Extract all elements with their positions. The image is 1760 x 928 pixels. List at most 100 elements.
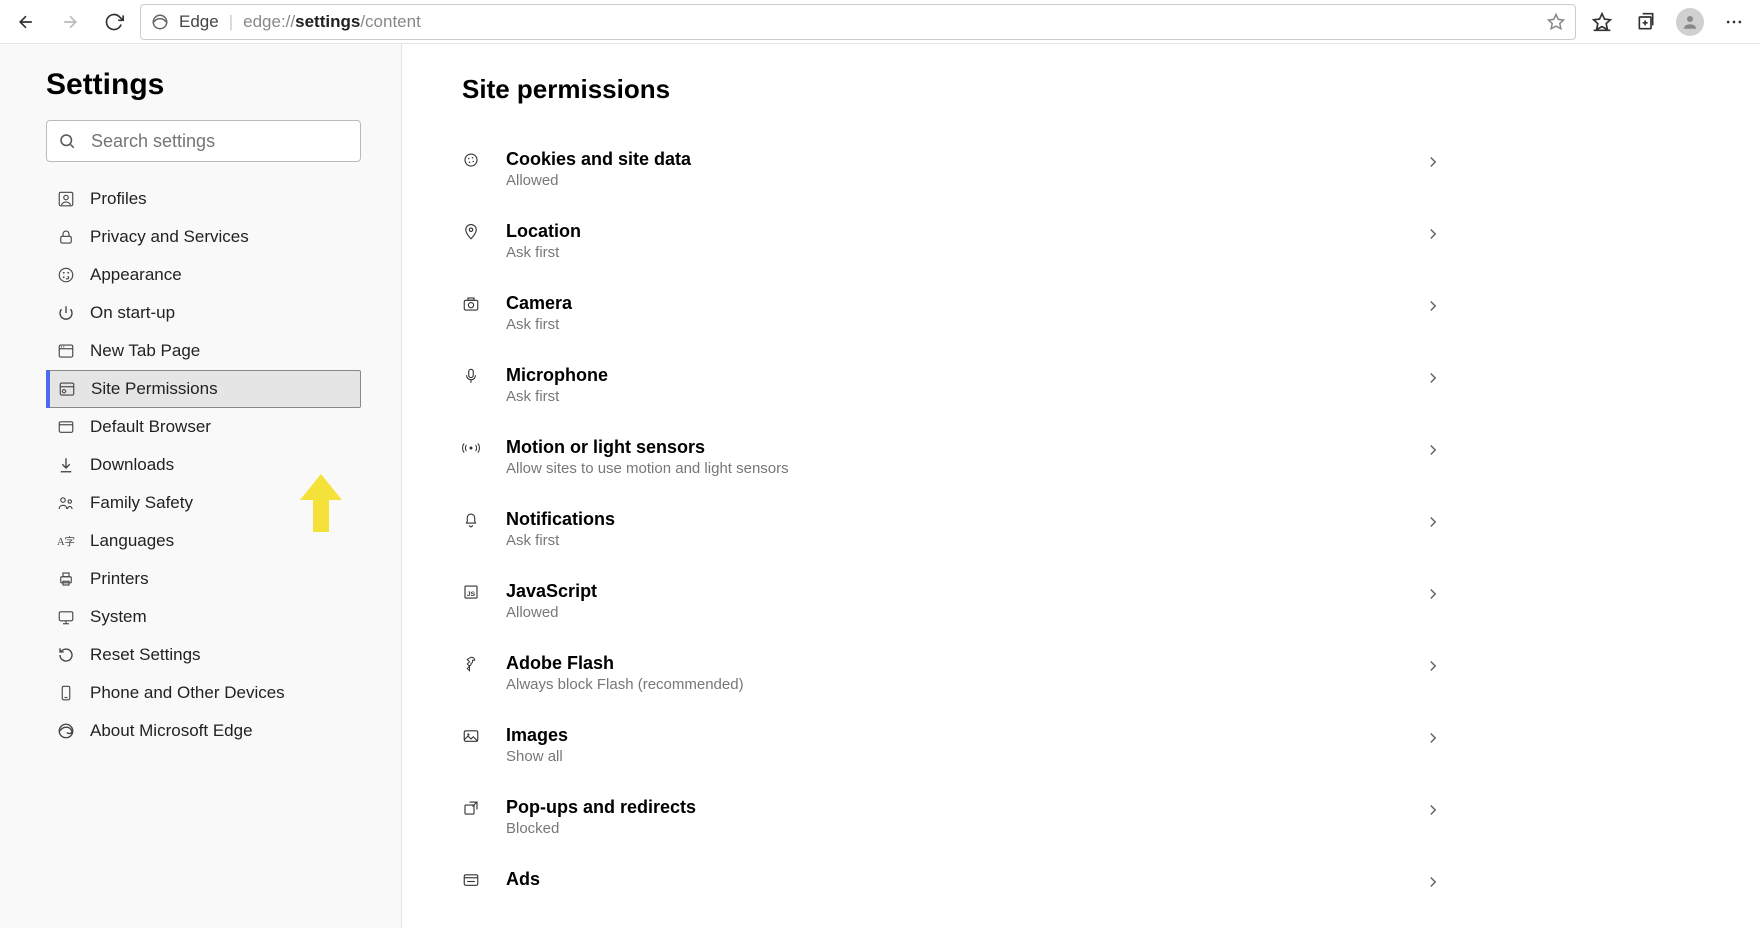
lock-icon [56,228,76,246]
permission-item-ads[interactable]: Ads [462,853,1442,907]
sidebar-item-label: Privacy and Services [90,227,249,247]
forward-button[interactable] [52,4,88,40]
sidebar-item-label: Site Permissions [91,379,218,399]
permission-subtitle: Ask first [506,532,1402,549]
sidebar-item-startup[interactable]: On start-up [46,294,361,332]
settings-nav: Profiles Privacy and Services Appearance… [46,180,361,750]
sidebar-item-defaultbrowser[interactable]: Default Browser [46,408,361,446]
settings-sidebar: Settings Profiles Privacy and Services A… [0,44,402,928]
sidebar-item-label: Family Safety [90,493,193,513]
download-icon [56,456,76,474]
permission-title: Pop-ups and redirects [506,797,1402,818]
settings-title: Settings [46,68,361,102]
permission-item-flash[interactable]: Adobe Flash Always block Flash (recommen… [462,637,1442,709]
permission-item-camera[interactable]: Camera Ask first [462,277,1442,349]
family-icon [56,494,76,512]
chevron-right-icon [1424,365,1442,387]
phone-icon [56,684,76,702]
permission-title: Motion or light sensors [506,437,1402,458]
sidebar-item-label: Downloads [90,455,174,475]
star-icon[interactable] [1547,13,1565,31]
permission-title: Adobe Flash [506,653,1402,674]
edge-icon [56,722,76,740]
bell-icon [462,509,484,529]
sidebar-item-phone[interactable]: Phone and Other Devices [46,674,361,712]
sidebar-item-label: Appearance [90,265,182,285]
page-heading: Site permissions [462,74,1700,105]
reset-icon [56,646,76,664]
refresh-button[interactable] [96,4,132,40]
chevron-right-icon [1424,437,1442,459]
permission-item-images[interactable]: Images Show all [462,709,1442,781]
sidebar-item-appearance[interactable]: Appearance [46,256,361,294]
permission-title: Camera [506,293,1402,314]
sidebar-item-newtab[interactable]: New Tab Page [46,332,361,370]
sidebar-item-label: System [90,607,147,627]
permission-title: Cookies and site data [506,149,1402,170]
sidebar-item-about[interactable]: About Microsoft Edge [46,712,361,750]
permission-title: Microphone [506,365,1402,386]
chevron-right-icon [1424,293,1442,315]
browser-toolbar: Edge | edge://settings/content [0,0,1760,44]
chevron-right-icon [1424,509,1442,531]
sidebar-item-label: Default Browser [90,417,211,437]
system-icon [56,608,76,626]
permission-title: Location [506,221,1402,242]
permission-subtitle: Show all [506,748,1402,765]
sidebar-item-printers[interactable]: Printers [46,560,361,598]
permission-item-cookies[interactable]: Cookies and site data Allowed [462,133,1442,205]
settings-content: Site permissions Cookies and site data A… [402,44,1760,928]
permission-item-javascript[interactable]: JavaScript Allowed [462,565,1442,637]
palette-icon [56,266,76,284]
search-icon [58,132,76,150]
chevron-right-icon [1424,869,1442,891]
sidebar-item-label: Profiles [90,189,147,209]
permission-subtitle: Ask first [506,388,1402,405]
sidebar-item-privacy[interactable]: Privacy and Services [46,218,361,256]
printer-icon [56,570,76,588]
sidebar-item-downloads[interactable]: Downloads [46,446,361,484]
permission-item-motion[interactable]: Motion or light sensors Allow sites to u… [462,421,1442,493]
sidebar-item-family[interactable]: Family Safety [46,484,361,522]
sidebar-item-reset[interactable]: Reset Settings [46,636,361,674]
cookie-icon [462,149,484,169]
sidebar-item-languages[interactable]: Languages [46,522,361,560]
permission-subtitle: Allow sites to use motion and light sens… [506,460,1402,477]
address-bar[interactable]: Edge | edge://settings/content [140,4,1576,40]
popup-icon [462,797,484,817]
permission-item-notifications[interactable]: Notifications Ask first [462,493,1442,565]
permission-item-popups[interactable]: Pop-ups and redirects Blocked [462,781,1442,853]
sidebar-item-siteperm[interactable]: Site Permissions [46,370,361,408]
sidebar-item-label: Languages [90,531,174,551]
permission-subtitle: Allowed [506,172,1402,189]
permission-subtitle: Ask first [506,244,1402,261]
more-button[interactable] [1716,4,1752,40]
sidebar-item-system[interactable]: System [46,598,361,636]
favorites-button[interactable] [1584,4,1620,40]
collections-button[interactable] [1628,4,1664,40]
image-icon [462,725,484,745]
edge-logo-icon [151,13,169,31]
permissions-list: Cookies and site data Allowed Location A… [462,133,1442,907]
window-icon [56,418,76,436]
power-icon [56,304,76,322]
profile-button[interactable] [1672,4,1708,40]
ads-icon [462,869,484,889]
chevron-right-icon [1424,149,1442,171]
sidebar-item-label: About Microsoft Edge [90,721,253,741]
location-icon [462,221,484,241]
sidebar-item-label: New Tab Page [90,341,200,361]
chevron-right-icon [1424,653,1442,675]
permission-item-microphone[interactable]: Microphone Ask first [462,349,1442,421]
js-icon [462,581,484,601]
back-button[interactable] [8,4,44,40]
search-settings-input[interactable] [46,120,361,162]
permission-item-location[interactable]: Location Ask first [462,205,1442,277]
flash-icon [462,653,484,673]
permission-subtitle: Always block Flash (recommended) [506,676,1402,693]
url-text: edge://settings/content [243,12,421,32]
chevron-right-icon [1424,581,1442,603]
permission-title: JavaScript [506,581,1402,602]
sidebar-item-profiles[interactable]: Profiles [46,180,361,218]
brand-label: Edge [179,12,219,32]
